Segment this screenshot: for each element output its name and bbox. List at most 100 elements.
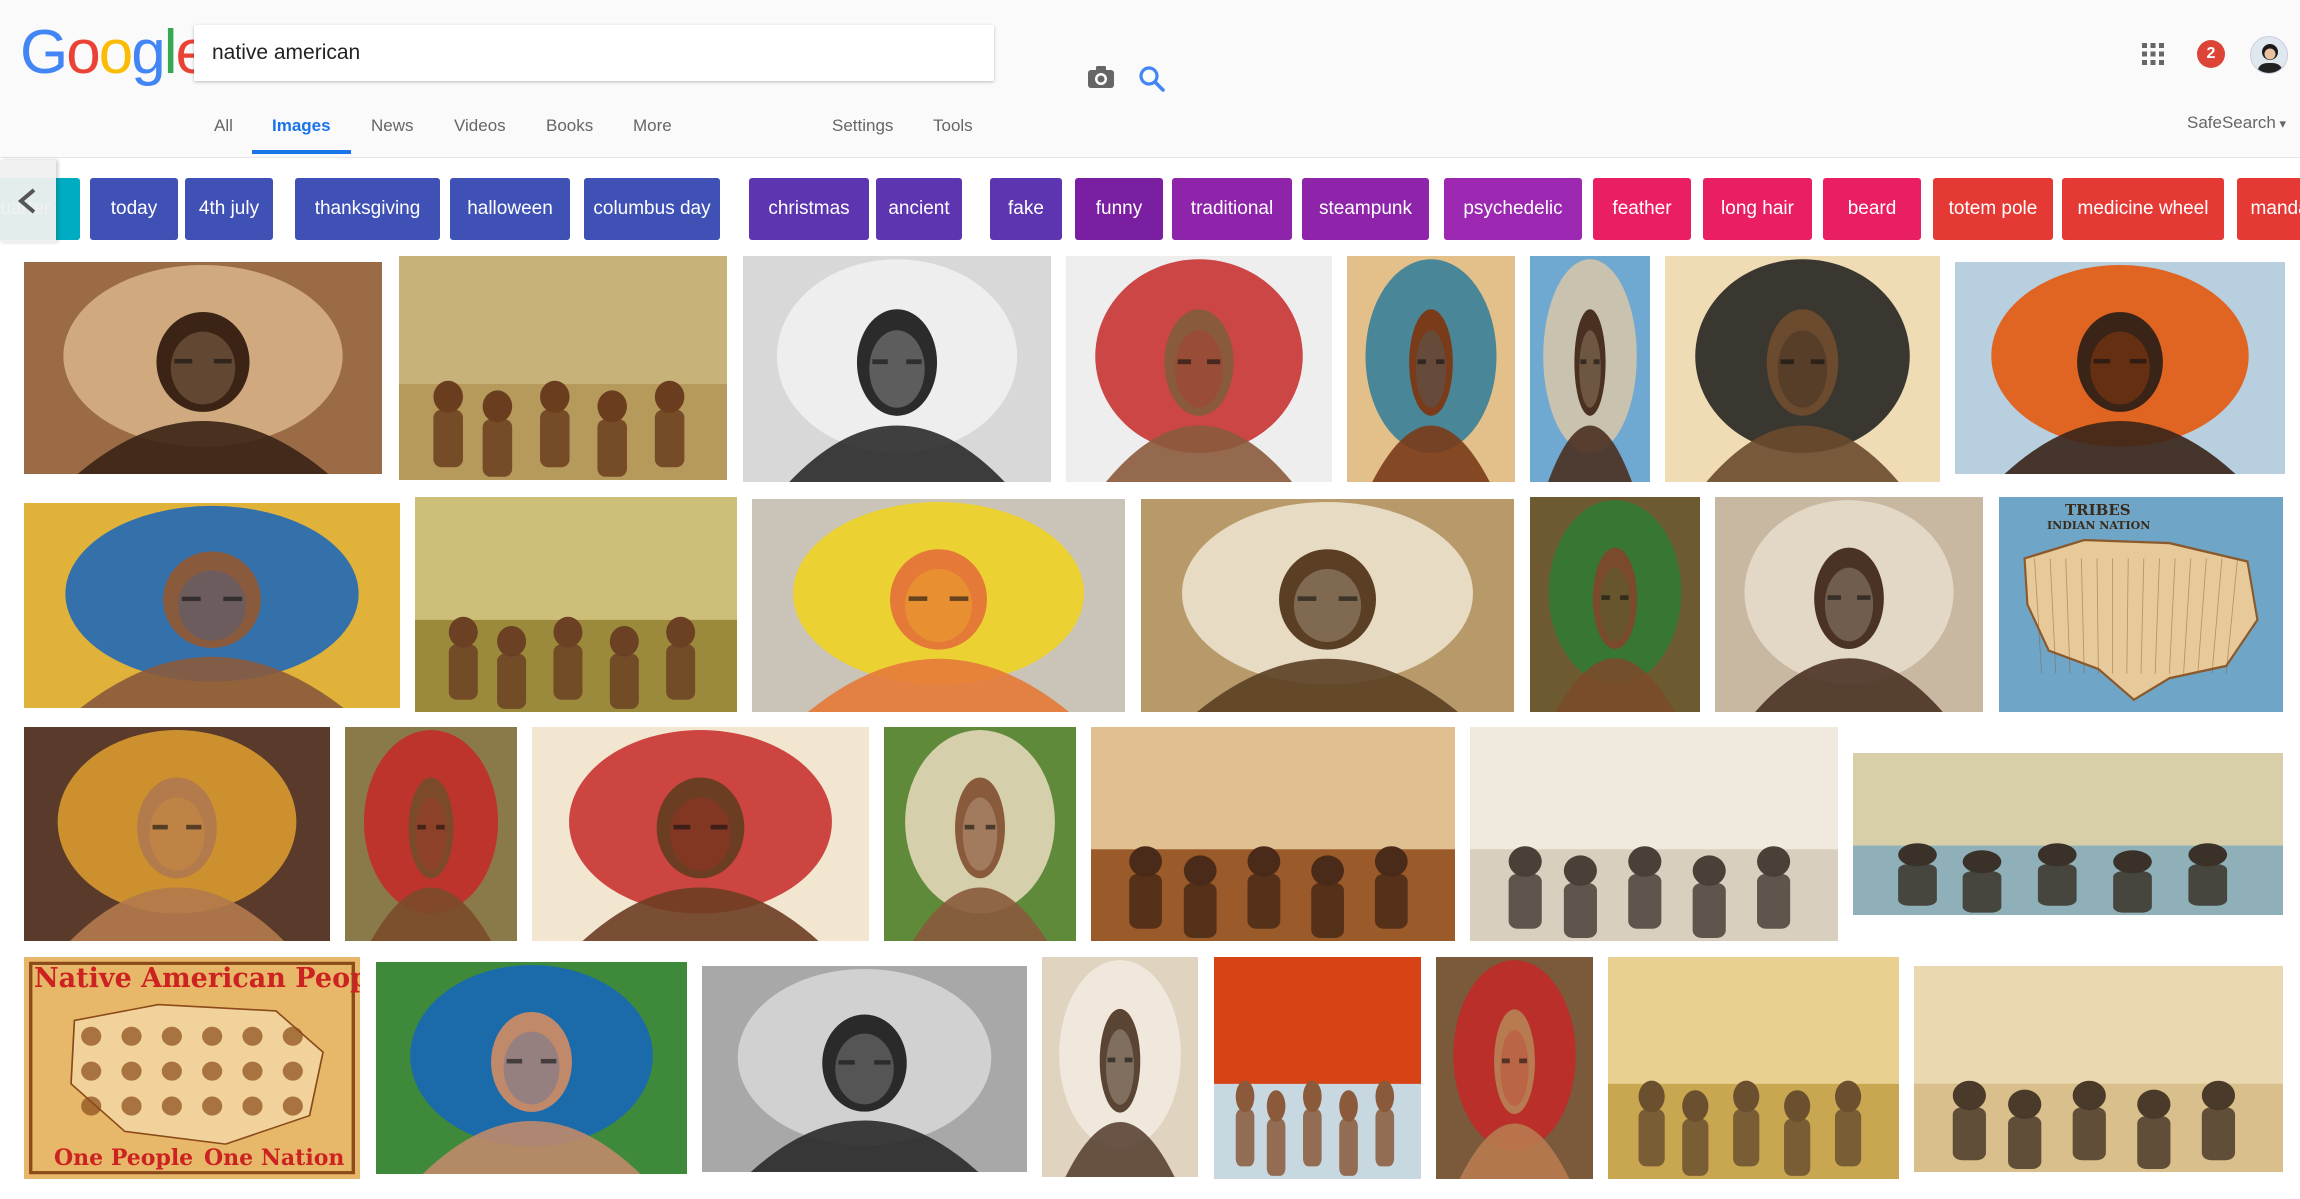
thumbnail-graphic: [1347, 256, 1515, 482]
thumbnail-graphic: [1914, 966, 2283, 1172]
image-result[interactable]: [415, 497, 737, 712]
chip-totem-pole[interactable]: totem pole: [1933, 178, 2053, 240]
thumbnail-graphic: [24, 262, 382, 474]
thumbnail-graphic: [1665, 256, 1940, 482]
image-result[interactable]: [1530, 497, 1700, 712]
thumbnail-graphic: [1530, 497, 1700, 712]
chip-medicine-wheel[interactable]: medicine wheel: [2062, 178, 2224, 240]
search-input[interactable]: [212, 25, 852, 81]
thumbnail-graphic: [1853, 753, 2283, 915]
poster-caption-right: One Nation: [204, 1145, 345, 1171]
map-title-text: TRIBES: [2065, 501, 2131, 519]
thumbnail-graphic: [415, 497, 737, 712]
logo-letter: g: [131, 18, 166, 87]
image-result[interactable]: [1715, 497, 1983, 712]
tab-settings[interactable]: Settings: [832, 104, 893, 154]
image-result[interactable]: [1853, 753, 2283, 915]
thumbnail-graphic: [376, 962, 687, 1174]
thumbnail-graphic: [1715, 497, 1983, 712]
image-result[interactable]: [24, 503, 400, 708]
search-icon[interactable]: [1138, 65, 1166, 93]
thumbnail-graphic: [1066, 256, 1332, 482]
image-result[interactable]: [1066, 256, 1332, 482]
search-box[interactable]: [194, 25, 1165, 92]
image-result[interactable]: [1914, 966, 2283, 1172]
chip-halloween[interactable]: halloween: [450, 178, 570, 240]
thumbnail-graphic: [532, 727, 869, 941]
tab-tools[interactable]: Tools: [933, 104, 973, 154]
chip-beard[interactable]: beard: [1823, 178, 1921, 240]
thumbnail-graphic: [752, 499, 1125, 712]
chip-psychedelic[interactable]: psychedelic: [1444, 178, 1582, 240]
chip-today[interactable]: today: [90, 178, 178, 240]
image-result[interactable]: [743, 256, 1051, 482]
search-tabs: All Images News Videos Books More Settin…: [0, 104, 2300, 154]
chip-fake[interactable]: fake: [990, 178, 1062, 240]
logo-letter: G: [20, 18, 68, 87]
thumbnail-graphic: [1091, 727, 1455, 941]
tab-all[interactable]: All: [214, 104, 233, 154]
image-result[interactable]: [1955, 262, 2285, 474]
image-result[interactable]: [1530, 256, 1650, 482]
chip-christmas[interactable]: christmas: [749, 178, 869, 240]
thumbnail-graphic: [24, 727, 330, 941]
image-result[interactable]: [884, 727, 1076, 941]
logo-letter: o: [66, 18, 101, 87]
tab-images[interactable]: Images: [252, 104, 351, 154]
chip-mandala[interactable]: mandala: [2237, 178, 2300, 240]
thumbnail-graphic: [743, 256, 1051, 482]
image-result[interactable]: [1470, 727, 1838, 941]
image-result[interactable]: [1141, 499, 1514, 712]
image-result[interactable]: [1665, 256, 1940, 482]
camera-icon[interactable]: [1087, 65, 1115, 89]
avatar[interactable]: [2250, 36, 2288, 74]
notification-badge[interactable]: 2: [2197, 40, 2225, 68]
image-result[interactable]: [702, 966, 1027, 1172]
thumbnail-graphic: [1042, 957, 1198, 1177]
chip-4th-july[interactable]: 4th july: [185, 178, 273, 240]
chip-feather[interactable]: feather: [1593, 178, 1691, 240]
related-search-chips: quartertoday4th julythanksgivinghallowee…: [0, 178, 2300, 240]
chip-thanksgiving[interactable]: thanksgiving: [295, 178, 440, 240]
image-result[interactable]: [376, 962, 687, 1174]
image-result[interactable]: [24, 262, 382, 474]
image-result[interactable]: [399, 256, 727, 480]
poster-caption-left: One People: [54, 1145, 194, 1171]
chips-scroll-left-button[interactable]: [0, 160, 56, 242]
apps-grid-icon[interactable]: [2142, 43, 2164, 65]
image-result[interactable]: [1608, 957, 1899, 1179]
chip-funny[interactable]: funny: [1075, 178, 1163, 240]
tab-more[interactable]: More: [633, 104, 672, 154]
safesearch-toggle[interactable]: SafeSearch: [2187, 113, 2286, 133]
thumbnail-graphic: [1214, 957, 1421, 1179]
image-result[interactable]: [1091, 727, 1455, 941]
tab-videos[interactable]: Videos: [454, 104, 506, 154]
tab-books[interactable]: Books: [546, 104, 593, 154]
thumbnail-graphic: [24, 503, 400, 708]
image-result[interactable]: [1347, 256, 1515, 482]
image-result[interactable]: [1214, 957, 1421, 1179]
image-result[interactable]: TRIBES INDIAN NATION: [1999, 497, 2283, 712]
thumbnail-graphic: [1530, 256, 1650, 482]
image-result[interactable]: [532, 727, 869, 941]
image-result[interactable]: [752, 499, 1125, 712]
image-result[interactable]: [345, 727, 517, 941]
image-result[interactable]: [1436, 957, 1593, 1179]
logo-letter: o: [98, 18, 134, 87]
logo-letter: l: [163, 18, 178, 87]
image-result[interactable]: [1042, 957, 1198, 1177]
google-logo[interactable]: Google: [20, 18, 210, 87]
chip-columbus-day[interactable]: columbus day: [584, 178, 720, 240]
thumbnail-graphic: [399, 256, 727, 480]
image-result[interactable]: Native American Peoples One People One Nat…: [24, 957, 360, 1179]
tab-news[interactable]: News: [371, 104, 414, 154]
chip-steampunk[interactable]: steampunk: [1302, 178, 1429, 240]
thumbnail-graphic: [345, 727, 517, 941]
chevron-left-icon: [17, 188, 36, 214]
chip-ancient[interactable]: ancient: [876, 178, 962, 240]
map-subtitle-text: INDIAN NATION: [2047, 519, 2151, 532]
thumbnail-graphic: [1608, 957, 1899, 1179]
chip-traditional[interactable]: traditional: [1172, 178, 1292, 240]
chip-long-hair[interactable]: long hair: [1703, 178, 1812, 240]
image-result[interactable]: [24, 727, 330, 941]
